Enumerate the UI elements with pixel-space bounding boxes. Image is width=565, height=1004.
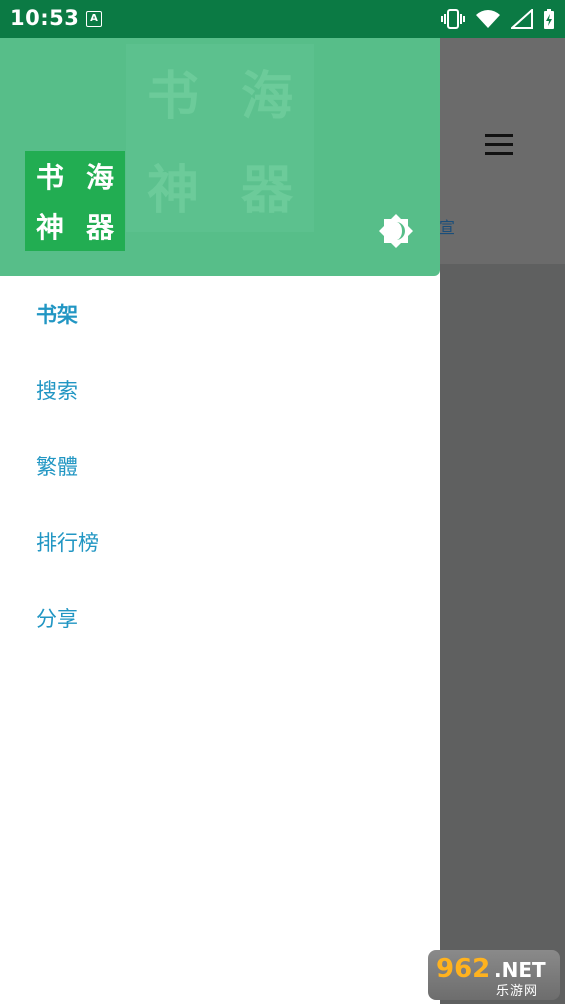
drawer-menu: 书架 搜索 繁體 排行榜 分享 (0, 276, 440, 656)
notification-a-icon: A (86, 11, 102, 27)
drawer-header: 书 海 神 器 书 海 神 器 (0, 38, 440, 276)
watermark-char: 书 (146, 66, 199, 127)
logo-char: 海 (85, 161, 114, 194)
signal-icon (511, 9, 533, 29)
menu-item-share[interactable]: 分享 (0, 580, 440, 656)
status-bar: 10:53 A (0, 0, 565, 38)
battery-charging-icon (544, 9, 554, 29)
menu-item-traditional[interactable]: 繁體 (0, 428, 440, 504)
site-watermark-badge: 962 .NET 乐游网 (428, 950, 560, 1000)
status-icons (441, 7, 555, 31)
menu-item-search[interactable]: 搜索 (0, 352, 440, 428)
badge-net: .NET (494, 958, 546, 982)
hamburger-menu-icon[interactable] (485, 134, 515, 156)
badge-site-name: 乐游网 (496, 984, 539, 999)
badge-number: 962 (436, 954, 491, 984)
wifi-icon (476, 10, 500, 28)
navigation-drawer: 书 海 神 器 书 海 神 器 书架 搜索 繁體 排行榜 分享 (0, 38, 440, 1004)
logo-char: 书 (35, 161, 64, 194)
vibrate-icon (441, 9, 465, 29)
app-logo: 书 海 神 器 (25, 151, 125, 251)
logo-char: 器 (85, 211, 114, 244)
status-time: 10:53 (10, 6, 80, 30)
theme-toggle-button[interactable] (377, 212, 415, 250)
menu-item-bookshelf[interactable]: 书架 (0, 276, 440, 352)
logo-char: 神 (35, 211, 64, 244)
background-partial-link: 宣 (439, 218, 456, 237)
watermark-char: 神 (146, 160, 199, 221)
menu-item-ranking[interactable]: 排行榜 (0, 504, 440, 580)
brightness-icon (379, 214, 413, 248)
header-watermark: 书 海 神 器 (126, 44, 314, 232)
watermark-char: 器 (240, 160, 293, 221)
watermark-char: 海 (240, 66, 293, 127)
